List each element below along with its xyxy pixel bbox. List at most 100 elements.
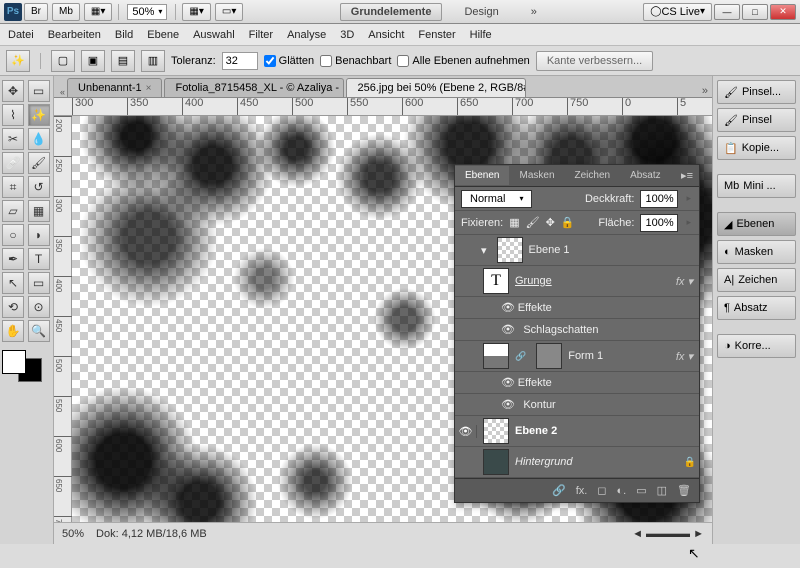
effects-row[interactable]: 👁 Effekte [455, 297, 699, 319]
eye-icon[interactable]: 👁 [501, 301, 515, 314]
zoom-dropdown[interactable]: 50% [127, 4, 167, 20]
workspace-active[interactable]: Grundelemente [340, 3, 443, 21]
mask-icon[interactable]: ◻ [597, 484, 606, 497]
status-doc-size[interactable]: Dok: 4,12 MB/18,6 MB [96, 528, 207, 540]
selection-add-icon[interactable]: ▣ [81, 50, 105, 72]
shape-tool[interactable]: ▭ [28, 272, 50, 294]
panel-btn-korre[interactable]: ◑Korre... [717, 334, 796, 358]
panel-btn-zeichen[interactable]: A|Zeichen [717, 268, 796, 292]
crop-tool[interactable]: ✂ [2, 128, 24, 150]
chevron-down-icon[interactable]: ▾ [477, 244, 491, 257]
panel-btn-pinsel[interactable]: 🖌Pinsel [717, 108, 796, 132]
layer-name[interactable]: Grunge [515, 275, 676, 287]
layers-panel[interactable]: Ebenen Masken Zeichen Absatz ▸≡ Normal D… [454, 164, 700, 503]
minibridge-button[interactable]: Mb [52, 3, 80, 21]
lasso-tool[interactable]: ⌇ [2, 104, 24, 126]
layer-thumb[interactable] [497, 237, 523, 263]
trash-icon[interactable]: 🗑 [677, 484, 691, 497]
visibility-toggle[interactable]: 👁 [455, 425, 477, 438]
stamp-tool[interactable]: ⌗ [2, 176, 24, 198]
layer-hintergrund[interactable]: Hintergrund 🔒 [455, 447, 699, 478]
history-brush-tool[interactable]: ↺ [28, 176, 50, 198]
vector-mask-thumb[interactable] [536, 343, 562, 369]
pen-tool[interactable]: ✒ [2, 248, 24, 270]
marquee-tool[interactable]: ▭ [28, 80, 50, 102]
minimize-button[interactable]: — [714, 4, 740, 20]
view-extras-button[interactable]: ▦▾ [182, 3, 210, 21]
fill-input[interactable]: 100% [640, 214, 678, 232]
screen-mode-button[interactable]: ▦▾ [84, 3, 112, 21]
eyedropper-tool[interactable]: 💧 [28, 128, 50, 150]
eye-icon[interactable]: 👁 [501, 376, 515, 389]
workspace-more[interactable]: » [521, 4, 547, 20]
menu-bearbeiten[interactable]: Bearbeiten [48, 29, 101, 41]
tab-prev[interactable]: « [58, 87, 67, 97]
eye-icon[interactable]: 👁 [501, 398, 515, 411]
layer-name[interactable]: Form 1 [568, 350, 676, 362]
lock-transparency-icon[interactable]: ▦ [509, 216, 519, 229]
blur-tool[interactable]: ○ [2, 224, 24, 246]
eraser-tool[interactable]: ▱ [2, 200, 24, 222]
fg-color[interactable] [2, 350, 26, 374]
move-tool[interactable]: ✥ [2, 80, 24, 102]
selection-subtract-icon[interactable]: ▤ [111, 50, 135, 72]
group-icon[interactable]: ▭ [636, 484, 646, 497]
doc-tab-1[interactable]: Unbenannt-1× [67, 78, 162, 97]
panel-btn-mini[interactable]: MbMini ... [717, 174, 796, 198]
cslive-button[interactable]: ◯ CS Live ▾ [643, 3, 712, 21]
tab-masken[interactable]: Masken [509, 166, 564, 185]
3d-tool[interactable]: ⟲ [2, 296, 24, 318]
layer-ebene2[interactable]: 👁 Ebene 2 [455, 416, 699, 447]
layer-ebene1[interactable]: ▾ Ebene 1 [455, 235, 699, 266]
menu-hilfe[interactable]: Hilfe [470, 29, 492, 41]
3d-camera-tool[interactable]: ⊙ [28, 296, 50, 318]
doc-tab-2[interactable]: Fotolia_8715458_XL - © Azaliya - Fotolia… [164, 78, 344, 97]
contiguous-checkbox[interactable]: Benachbart [320, 55, 391, 67]
layer-thumb[interactable] [483, 418, 509, 444]
menu-auswahl[interactable]: Auswahl [193, 29, 235, 41]
panel-btn-ebenen[interactable]: ◢Ebenen [717, 212, 796, 236]
bridge-button[interactable]: Br [24, 3, 48, 21]
dodge-tool[interactable]: ◗ [28, 224, 50, 246]
new-layer-icon[interactable]: ◫ [657, 484, 667, 497]
eye-icon[interactable]: 👁 [501, 323, 515, 336]
tab-zeichen[interactable]: Zeichen [565, 166, 621, 185]
opacity-arrow[interactable]: ▸ [684, 193, 693, 204]
lock-all-icon[interactable]: 🔒 [561, 216, 575, 229]
scrollbar-h[interactable]: ◄ ▬▬▬▬ ► [632, 528, 704, 540]
all-layers-checkbox[interactable]: Alle Ebenen aufnehmen [397, 55, 529, 67]
layer-name[interactable]: Ebene 2 [515, 425, 699, 437]
close-button[interactable]: ✕ [770, 4, 796, 20]
fx-badge[interactable]: fx ▾ [676, 350, 693, 363]
adjustment-icon[interactable]: ◐. [617, 485, 627, 497]
zoom-tool[interactable]: 🔍 [28, 320, 50, 342]
hand-tool[interactable]: ✋ [2, 320, 24, 342]
brush-tool[interactable]: 🖌 [28, 152, 50, 174]
link-layers-icon[interactable]: 🔗 [552, 484, 566, 497]
type-tool[interactable]: T [28, 248, 50, 270]
lock-position-icon[interactable]: ✥ [546, 216, 555, 229]
panel-btn-pinsel[interactable]: 🖌Pinsel... [717, 80, 796, 104]
tab-next[interactable]: » [702, 85, 708, 97]
menu-fenster[interactable]: Fenster [418, 29, 455, 41]
effects-row[interactable]: 👁 Effekte [455, 372, 699, 394]
close-icon[interactable]: × [146, 83, 152, 94]
tab-ebenen[interactable]: Ebenen [455, 166, 509, 185]
panel-btn-masken[interactable]: ◐Masken [717, 240, 796, 264]
status-zoom[interactable]: 50% [62, 528, 84, 540]
panel-btn-kopie[interactable]: 📋Kopie... [717, 136, 796, 160]
panel-menu-icon[interactable]: ▸≡ [675, 169, 699, 182]
fill-arrow[interactable]: ▸ [684, 217, 693, 228]
effect-kontur[interactable]: 👁 Kontur [455, 394, 699, 416]
menu-3d[interactable]: 3D [340, 29, 354, 41]
layer-form1[interactable]: 🔗 Form 1 fx ▾ [455, 341, 699, 372]
healing-tool[interactable]: 🩹 [2, 152, 24, 174]
blend-mode-dropdown[interactable]: Normal [461, 190, 532, 208]
panel-btn-absatz[interactable]: ¶Absatz [717, 296, 796, 320]
workspace-design[interactable]: Design [454, 4, 508, 20]
selection-new-icon[interactable]: ▢ [51, 50, 75, 72]
shape-layer-thumb[interactable] [483, 343, 509, 369]
layer-name[interactable]: Hintergrund [515, 456, 684, 468]
layer-grunge[interactable]: T Grunge fx ▾ [455, 266, 699, 297]
arrange-button[interactable]: ▭▾ [215, 3, 243, 21]
